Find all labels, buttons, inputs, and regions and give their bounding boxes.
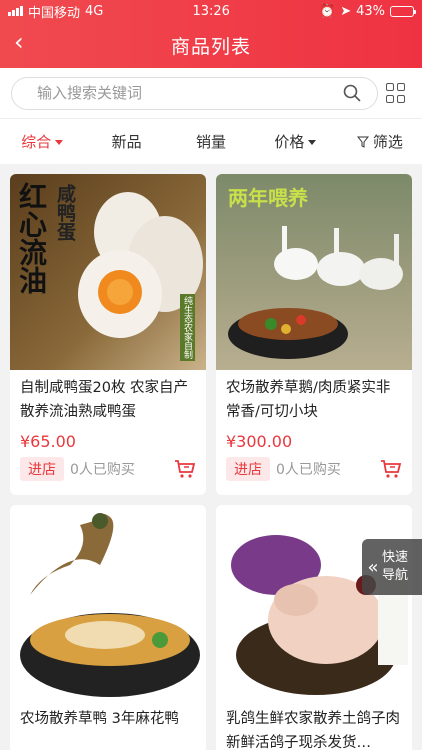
- product-card[interactable]: 红心流油 咸鸭蛋 纯生态农家自制 自制咸鸭蛋20枚 农家自产散养流油熟咸鸭蛋 ¥…: [10, 174, 206, 495]
- page-title: 商品列表: [170, 35, 251, 58]
- purchase-count: 0人已购买: [70, 462, 135, 478]
- image-caption: 两年喂养: [228, 186, 308, 210]
- carrier-label: 中国移动: [28, 5, 81, 21]
- location-icon: ➤: [340, 3, 352, 19]
- alarm-icon: ⏰: [319, 3, 336, 19]
- quick-nav-label-2: 导航: [382, 568, 409, 583]
- search-row: [0, 68, 422, 118]
- product-image: 红心流油 咸鸭蛋 纯生态农家自制: [10, 174, 206, 370]
- back-chevron-icon[interactable]: ‹: [14, 30, 38, 54]
- caret-down-icon: [308, 140, 317, 145]
- enter-shop-button[interactable]: 进店: [226, 457, 270, 481]
- battery-icon: [390, 5, 416, 17]
- image-caption: 纯生态农家自制: [180, 294, 195, 361]
- filter-button[interactable]: 筛选: [338, 131, 422, 152]
- enter-shop-button[interactable]: 进店: [20, 457, 64, 481]
- quick-nav-label-1: 快速: [382, 550, 409, 565]
- search-icon[interactable]: [343, 84, 361, 102]
- image-caption: 红心流油: [15, 182, 48, 294]
- filter-icon: [356, 136, 369, 148]
- product-image: [10, 505, 206, 701]
- purchase-count: 0人已购买: [276, 462, 341, 478]
- app-header: 中国移动 4G 13:26 ⏰ ➤ 43% ‹ 商品列表: [0, 0, 422, 68]
- image-caption: 咸鸭蛋: [54, 184, 76, 241]
- product-card[interactable]: 两年喂养 农场散养草鹅/肉质紧实非常香/可切小块 ¥300.00 进店 0人已购…: [216, 174, 412, 495]
- sort-composite[interactable]: 综合: [0, 131, 84, 152]
- product-image: 两年喂养: [216, 174, 412, 370]
- search-input[interactable]: [37, 84, 327, 102]
- signal-icon: [8, 6, 23, 16]
- product-title: 自制咸鸭蛋20枚 农家自产散养流油熟咸鸭蛋: [20, 380, 189, 420]
- sort-new[interactable]: 新品: [84, 131, 168, 152]
- quick-nav-button[interactable]: « 快速 导航: [362, 539, 422, 595]
- product-title: 乳鸽生鲜农家散养土鸽子肉新鲜活鸽子现杀发货…: [226, 711, 400, 750]
- double-chevron-left-icon: «: [367, 556, 379, 578]
- status-bar: 中国移动 4G 13:26 ⏰ ➤ 43%: [0, 0, 422, 22]
- cart-icon[interactable]: [380, 459, 402, 479]
- cart-icon[interactable]: [174, 459, 196, 479]
- product-title: 农场散养草鸭 3年麻花鸭: [20, 711, 179, 727]
- caret-down-icon: [55, 140, 64, 145]
- product-title: 农场散养草鹅/肉质紧实非常香/可切小块: [226, 380, 391, 420]
- product-price: ¥300.00: [226, 432, 293, 451]
- grid-view-icon[interactable]: [386, 83, 406, 103]
- status-time: 13:26: [192, 3, 230, 19]
- product-card[interactable]: 农场散养草鸭 3年麻花鸭: [10, 505, 206, 750]
- network-label: 4G: [85, 3, 104, 19]
- sort-sales[interactable]: 销量: [169, 131, 253, 152]
- sort-bar: 综合 新品 销量 价格 筛选: [0, 118, 422, 164]
- product-image: [216, 505, 412, 701]
- sort-price[interactable]: 价格: [253, 131, 337, 152]
- battery-percent: 43%: [356, 3, 385, 19]
- product-price: ¥65.00: [20, 432, 76, 451]
- search-bar[interactable]: [11, 76, 378, 110]
